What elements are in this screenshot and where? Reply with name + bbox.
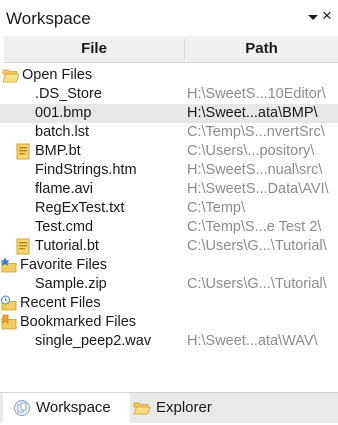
file-path: H:\SweetS...10Editor\ [187,86,326,102]
tab-explorer[interactable]: Explorer [131,393,241,423]
tree-file-row-selected[interactable]: 001.bmp H:\Sweet...ata\BMP\ [0,104,338,123]
tree-file-row[interactable]: Tutorial.bt C:\Users\G...\Tutorial\ [0,237,338,256]
tree-file-row[interactable]: BMP.bt C:\Users\...pository\ [0,142,338,161]
file-name: batch.lst [35,124,89,140]
favorite-folder-icon [0,257,18,274]
column-header: File Path [4,36,338,63]
tree-group-label: Bookmarked Files [20,314,137,330]
tree-file-row[interactable]: FindStrings.htm H:\SweetS...nual\src\ [0,161,338,180]
tree-group-recent-files[interactable]: Recent Files [0,294,338,313]
close-icon[interactable]: × [322,6,332,26]
file-path: C:\Users\G...\Tutorial\ [187,238,327,254]
tree-file-row[interactable]: single_peep2.wav H:\Sweet...ata\WAV\ [0,332,338,351]
template-file-icon [14,143,32,160]
file-name: BMP.bt [35,143,81,159]
panel-tab-bar: Workspace Explorer [0,392,338,425]
file-name: flame.avi [35,181,94,197]
file-path: H:\Sweet...ata\BMP\ [187,105,318,121]
tree-group-label: Open Files [22,67,93,83]
file-path: C:\Temp\S...e Test 2\ [187,219,322,235]
workspace-icon [13,399,31,417]
tree-group-label: Recent Files [20,295,101,311]
column-header-path[interactable]: Path [185,36,338,62]
file-name: RegExTest.txt [35,200,125,216]
file-path: H:\Sweet...ata\WAV\ [187,333,318,349]
tree-file-row[interactable]: .DS_Store H:\SweetS...10Editor\ [0,85,338,104]
tab-label: Explorer [156,399,212,416]
file-path: C:\Users\G...\Tutorial\ [187,276,327,292]
file-name: Test.cmd [35,219,94,235]
workspace-panel: Workspace × File Path Open Files .DS_Sto… [0,0,338,425]
panel-titlebar: Workspace × [0,0,338,36]
file-name: 001.bmp [35,105,92,121]
panel-title: Workspace [6,9,91,28]
file-path: C:\Users\...pository\ [187,143,315,159]
tree-group-label: Favorite Files [20,257,108,273]
file-name: single_peep2.wav [35,333,152,349]
tree-file-row[interactable]: RegExTest.txt C:\Temp\ [0,199,338,218]
file-path: H:\SweetS...nual\src\ [187,162,323,178]
column-header-file[interactable]: File [4,36,184,62]
recent-folder-icon [0,295,18,312]
file-name: FindStrings.htm [35,162,137,178]
workspace-tree: Open Files .DS_Store H:\SweetS...10Edito… [0,66,338,376]
tree-file-row[interactable]: Test.cmd C:\Temp\S...e Test 2\ [0,218,338,237]
tree-group-favorite-files[interactable]: Favorite Files [0,256,338,275]
tree-file-row[interactable]: flame.avi H:\SweetS...Data\AVI\ [0,180,338,199]
dropdown-arrow-icon[interactable] [306,10,320,24]
tab-workspace[interactable]: Workspace [3,393,130,425]
explorer-folder-icon [133,399,151,417]
file-path: C:\Temp\ [187,200,246,216]
tree-file-row[interactable]: batch.lst C:\Temp\S...nvertSrc\ [0,123,338,142]
tab-label: Workspace [36,399,111,416]
tree-group-open-files[interactable]: Open Files [0,66,338,85]
file-name: Sample.zip [35,276,107,292]
file-name: .DS_Store [35,86,102,102]
tree-group-bookmarked-files[interactable]: Bookmarked Files [0,313,338,332]
file-name: Tutorial.bt [35,238,99,254]
template-file-icon [14,238,32,255]
file-path: C:\Temp\S...nvertSrc\ [187,124,325,140]
tree-file-row[interactable]: Sample.zip C:\Users\G...\Tutorial\ [0,275,338,294]
file-path: H:\SweetS...Data\AVI\ [187,181,329,197]
open-folder-icon [2,67,20,84]
bookmark-folder-icon [0,314,18,331]
